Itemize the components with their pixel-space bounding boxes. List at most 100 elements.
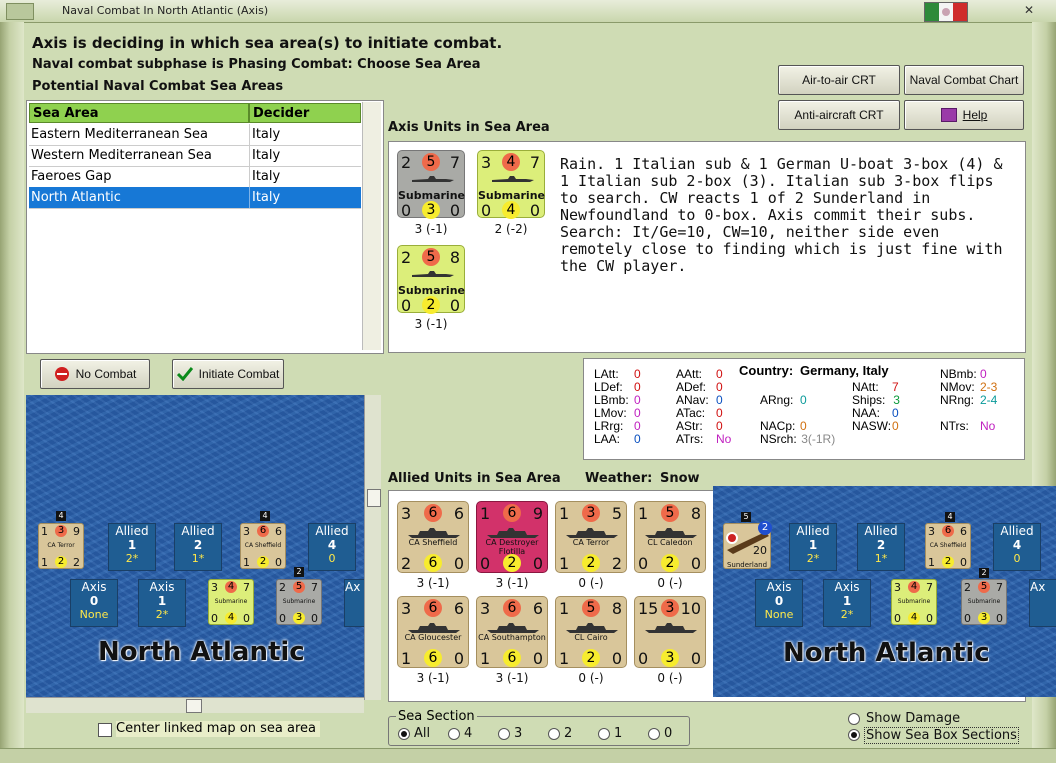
sea-section-label: Sea Section [396, 709, 477, 724]
initiate-combat-label: Initiate Combat [198, 367, 280, 381]
map-unit-submarine[interactable]: 257 Submarine 030 [961, 579, 1007, 625]
sea-box-allied-4[interactable]: Allied 4 0 [993, 523, 1041, 571]
sea-section-option-label: 0 [664, 726, 673, 741]
table-row[interactable]: Eastern Mediterranean Sea Italy [29, 124, 361, 146]
box-number: 4 [327, 538, 337, 552]
unit-stat: 7 [449, 153, 460, 172]
close-icon[interactable]: ✕ [1022, 4, 1036, 17]
sea-section-radio-4[interactable] [448, 728, 460, 740]
stat-value: 0 [800, 419, 807, 433]
unit-stat: 5 [422, 153, 440, 171]
anti-aircraft-crt-button[interactable]: Anti-aircraft CRT [778, 100, 900, 130]
map-unit-submarine[interactable]: 347 Submarine 040 [891, 579, 937, 625]
unit-stat: 15 [638, 599, 659, 618]
axis-unit-counter[interactable]: 3 4 7 Submarine 0 4 0 [477, 150, 545, 220]
unit-stat: 6 [503, 649, 521, 667]
unit-stat: 0 [529, 201, 540, 220]
stat-value: 2-4 [980, 393, 998, 407]
box-status: 2* [155, 608, 169, 621]
unit-stat: 3 [481, 153, 492, 172]
unit-stat: 0 [480, 554, 491, 573]
allied-unit-counter[interactable]: 1 6 9 CA Destroyer Flotilla 0 2 0 [476, 501, 548, 573]
sea-box-axis-partial[interactable]: Ax [1029, 579, 1056, 627]
sea-section-radio-0[interactable] [648, 728, 660, 740]
sea-box-allied-1[interactable]: Allied 1 2* [108, 523, 156, 571]
unit-stat: 6 [424, 554, 442, 572]
unit-stat: 2 [611, 554, 622, 573]
no-combat-label: No Combat [75, 367, 137, 381]
stat-key: AAtt: [676, 367, 703, 381]
map-vertical-scrollbar[interactable] [364, 395, 381, 700]
unit-stat: 3 [582, 504, 600, 522]
box-side: Axis [766, 580, 792, 594]
sea-box-axis-0[interactable]: Axis 0 None [70, 579, 118, 627]
sea-box-allied-2[interactable]: Allied 2 1* [174, 523, 222, 571]
allied-unit-counter[interactable]: 1 3 5 CA Terror 1 2 2 [555, 501, 627, 573]
allied-unit-counter[interactable]: 3 6 6 CA Sheffield 2 6 0 [397, 501, 469, 573]
unit-stat: 1 [480, 649, 491, 668]
sea-section-radio-3[interactable] [498, 728, 510, 740]
allied-unit-counter[interactable]: 3 6 6 CA Gloucester 1 6 0 [397, 596, 469, 668]
sea-box-axis-1[interactable]: Axis 1 2* [823, 579, 871, 627]
stat-value: 0 [634, 367, 641, 381]
allied-unit-counter[interactable]: 3 6 6 CA Southampton 1 6 0 [476, 596, 548, 668]
show-damage-radio[interactable] [848, 713, 860, 725]
unit-stat: 2 [582, 554, 600, 572]
unit-search-label: 2 (-2) [494, 222, 528, 236]
map-unit-ca-sheffield[interactable]: 366 CA Sheffield 120 [925, 523, 971, 569]
sea-box-allied-2[interactable]: Allied 2 1* [857, 523, 905, 571]
unit-stat: 3 [661, 649, 679, 667]
unit-search-label: 0 (-) [578, 671, 604, 685]
sea-box-axis-0[interactable]: Axis 0 None [755, 579, 803, 627]
air-to-air-crt-button[interactable]: Air-to-air CRT [778, 65, 900, 95]
table-row-selected[interactable]: North Atlantic Italy [29, 187, 361, 209]
show-sections-radio[interactable] [848, 729, 860, 741]
sea-map-left[interactable]: 139 CA Terror 122 4 Allied 1 2* Allied 2 1* … [26, 395, 364, 700]
no-combat-button[interactable]: No Combat [40, 359, 150, 389]
sea-section-radio-1[interactable] [598, 728, 610, 740]
allied-unit-counter[interactable]: 1 5 8 CL Cairo 1 2 0 [555, 596, 627, 668]
unit-stat: 6 [424, 599, 442, 617]
sea-box-axis-partial[interactable]: Ax [344, 579, 364, 627]
map-horizontal-scrollbar[interactable] [26, 697, 364, 713]
unit-search-label: 0 (-) [657, 576, 683, 590]
sea-box-axis-1[interactable]: Axis 1 2* [138, 579, 186, 627]
allied-unit-counter[interactable]: 15 3 10 0 3 0 [634, 596, 706, 668]
sea-section-option-label: 2 [564, 726, 573, 741]
allied-unit-counter[interactable]: 1 5 8 CL Caledon 0 2 0 [634, 501, 706, 573]
unit-stat: 1 [559, 554, 570, 573]
map-unit-ca-terror[interactable]: 139 CA Terror 122 [38, 523, 84, 569]
sea-box-allied-4[interactable]: Allied 4 0 [308, 523, 356, 571]
map-unit-ca-sheffield[interactable]: 366 CA Sheffield 120 [240, 523, 286, 569]
axis-unit-counter[interactable]: 2 5 7 Submarine 0 3 0 [397, 150, 465, 220]
sea-box-allied-1[interactable]: Allied 1 2* [789, 523, 837, 571]
table-row[interactable]: Western Mediterranean Sea Italy [29, 145, 361, 167]
column-header-sea-area[interactable]: Sea Area [29, 103, 249, 123]
map-unit-sunderland[interactable]: 2 20 Sunderland [723, 521, 772, 569]
weather-label: Weather: [585, 471, 653, 486]
naval-combat-chart-button[interactable]: Naval Combat Chart [904, 65, 1024, 95]
row-decider: Italy [249, 166, 280, 187]
unit-stat: 2 [401, 554, 412, 573]
center-map-checkbox[interactable] [98, 723, 112, 737]
map-unit-submarine[interactable]: 347 Submarine 040 [208, 579, 254, 625]
help-button[interactable]: Help [904, 100, 1024, 130]
warship-icon [408, 528, 460, 538]
axis-unit-counter[interactable]: 2 5 8 Submarine 0 2 0 [397, 245, 465, 315]
table-scrollbar[interactable] [362, 102, 381, 350]
sea-section-radio-all[interactable] [398, 728, 410, 740]
map-unit-submarine[interactable]: 257 Submarine 030 [276, 579, 322, 625]
column-header-decider[interactable]: Decider [249, 103, 361, 123]
window-menu-icon[interactable] [6, 3, 34, 20]
table-row[interactable]: Faeroes Gap Italy [29, 166, 361, 188]
box-side: Axis [81, 580, 107, 594]
sea-section-radio-2[interactable] [548, 728, 560, 740]
box-side: Allied [796, 524, 830, 538]
sea-map-right[interactable]: 2 20 Sunderland 5 Allied 1 2* Allied 2 1* 36… [713, 486, 1056, 697]
subphase-heading: Naval combat subphase is Phasing Combat:… [32, 57, 481, 72]
stat-value: 0 [634, 406, 641, 420]
unit-stat: 2 [422, 296, 440, 314]
box-side: Allied [315, 524, 349, 538]
stat-value: 0 [800, 393, 807, 407]
initiate-combat-button[interactable]: Initiate Combat [172, 359, 284, 389]
